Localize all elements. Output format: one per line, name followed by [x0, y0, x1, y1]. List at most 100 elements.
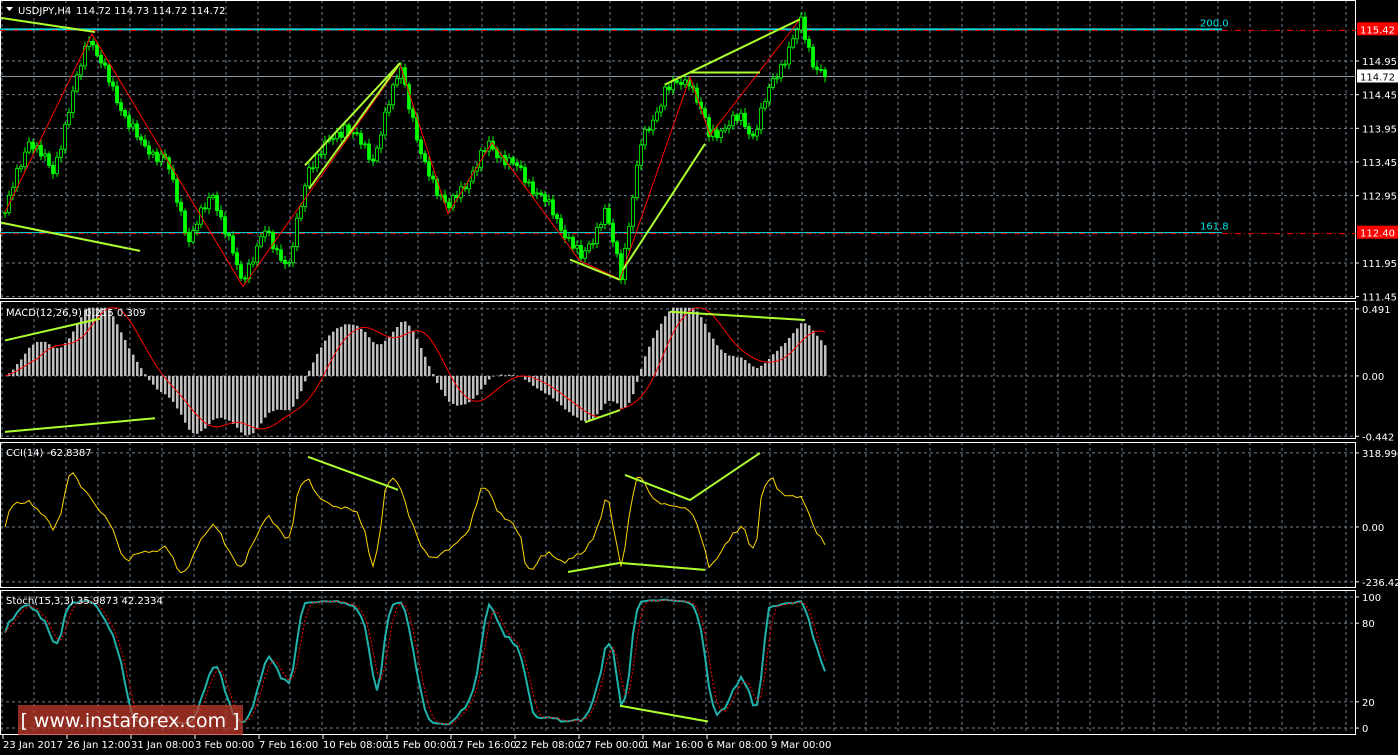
macd-histogram-bar	[500, 374, 503, 376]
macd-histogram-bar	[456, 375, 459, 406]
macd-histogram-bar	[236, 375, 239, 428]
candle	[139, 136, 143, 141]
macd-histogram-bar	[84, 309, 87, 376]
candle	[39, 145, 43, 157]
macd-histogram-bar	[688, 307, 691, 376]
time-axis-label: 10 Feb 08:00	[323, 740, 389, 751]
candle	[727, 125, 731, 129]
macd-histogram-bar	[440, 375, 443, 390]
macd-histogram-bar	[712, 338, 715, 376]
candle	[91, 41, 95, 46]
candle	[107, 64, 111, 83]
macd-histogram-bar	[64, 343, 67, 376]
macd-histogram-bar	[444, 375, 447, 397]
candle	[715, 129, 719, 139]
macd-histogram-bar	[764, 363, 767, 376]
macd-histogram-bar	[580, 375, 583, 421]
fib-level-label: 161.8	[1200, 222, 1229, 233]
macd-histogram-bar	[136, 361, 139, 376]
macd-histogram-bar	[784, 342, 787, 376]
macd-histogram-bar	[596, 375, 599, 415]
macd-histogram-bar	[420, 348, 423, 376]
candle	[391, 84, 395, 106]
macd-histogram-bar	[156, 375, 159, 390]
macd-histogram-bar	[192, 375, 195, 434]
macd-histogram-bar	[416, 338, 419, 376]
macd-histogram-bar	[312, 362, 315, 376]
candle	[127, 115, 131, 128]
candle	[259, 236, 263, 247]
dropdown-triangle-icon[interactable]	[6, 7, 13, 11]
candle	[367, 143, 371, 160]
candle	[43, 153, 47, 157]
candle	[95, 44, 99, 56]
candle	[63, 123, 67, 150]
candle	[115, 85, 119, 104]
candle	[383, 111, 387, 136]
macd-histogram-bar	[204, 375, 207, 429]
macd-histogram-bar	[448, 375, 451, 402]
candle	[307, 167, 311, 187]
candle	[343, 124, 347, 138]
macd-histogram-bar	[660, 323, 663, 376]
trading-chart[interactable]: 200.0 115.42 161.8 112.40 114.72 114.95 114.4…	[0, 0, 1398, 755]
candle	[583, 250, 587, 259]
candle	[611, 222, 615, 243]
macd-histogram-bar	[328, 335, 331, 376]
trendline	[0, 221, 141, 252]
zigzag-line	[4, 18, 801, 288]
macd-histogram-bar	[760, 365, 763, 376]
candle	[215, 195, 219, 211]
macd-histogram-bar	[808, 325, 811, 376]
time-axis-label: 7 Feb 16:00	[259, 740, 318, 751]
candle	[135, 123, 139, 138]
candle	[795, 29, 799, 40]
candle	[723, 127, 727, 132]
macd-histogram-bar	[196, 375, 199, 434]
candle	[103, 62, 107, 66]
macd-histogram-bar	[148, 375, 151, 381]
candle	[775, 77, 779, 80]
axis-tick-label: 318.9965	[1362, 449, 1398, 460]
candle	[219, 210, 223, 218]
macd-histogram-bar	[412, 330, 415, 376]
macd-histogram-bar	[680, 307, 683, 376]
candle	[659, 105, 663, 113]
macd-histogram-bar	[280, 375, 283, 410]
trendline	[622, 143, 706, 271]
candle	[579, 245, 583, 259]
macd-histogram-bar	[372, 342, 375, 376]
candle	[519, 165, 523, 168]
axis-tick-label: -0.442	[1362, 432, 1394, 443]
cci-panel	[4, 472, 826, 574]
candle	[799, 16, 803, 31]
trendline	[4, 417, 156, 433]
axis-tick-label: 80	[1362, 619, 1375, 630]
candle	[319, 153, 323, 156]
macd-histogram-bar	[556, 375, 559, 402]
macd-histogram-bar	[740, 357, 743, 376]
axis-tick-label: 0.00	[1362, 372, 1384, 383]
candle	[819, 69, 823, 71]
chart-header[interactable]: USDJPY,H4 114.72 114.73 114.72 114.72	[6, 6, 226, 17]
candle	[355, 132, 359, 135]
candle	[75, 74, 79, 92]
candle	[567, 236, 571, 239]
candle	[755, 129, 759, 137]
macd-histogram-bar	[824, 345, 827, 376]
candle	[183, 210, 187, 234]
macd-histogram-bar	[652, 337, 655, 376]
macd-histogram-bar	[168, 375, 171, 398]
macd-histogram-bar	[568, 375, 571, 413]
candle	[563, 229, 567, 239]
candle	[175, 179, 179, 203]
macd-histogram-bar	[208, 375, 211, 425]
time-axis-label: 6 Mar 08:00	[707, 740, 767, 751]
macd-histogram-bar	[472, 375, 475, 399]
macd-histogram-bar	[228, 375, 231, 421]
candle	[243, 277, 247, 280]
candle	[315, 153, 319, 169]
macd-histogram-bar	[424, 356, 427, 376]
candle	[603, 208, 607, 225]
macd-histogram-bar	[616, 375, 619, 404]
